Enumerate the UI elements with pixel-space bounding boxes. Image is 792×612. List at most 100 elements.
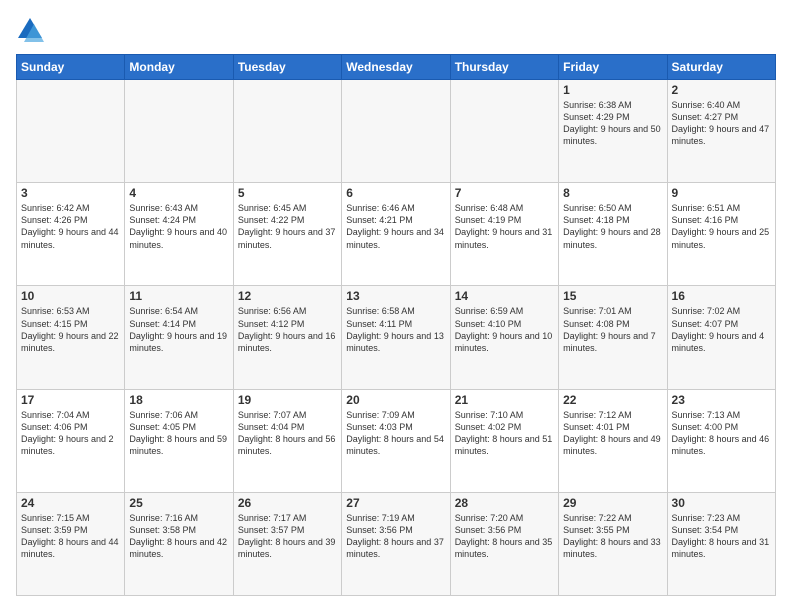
day-number: 8 bbox=[563, 186, 662, 200]
day-number: 20 bbox=[346, 393, 445, 407]
day-number: 10 bbox=[21, 289, 120, 303]
day-info: Sunrise: 7:19 AM Sunset: 3:56 PM Dayligh… bbox=[346, 512, 445, 561]
day-info: Sunrise: 6:50 AM Sunset: 4:18 PM Dayligh… bbox=[563, 202, 662, 251]
day-cell: 16 Sunrise: 7:02 AM Sunset: 4:07 PM Dayli… bbox=[667, 286, 775, 389]
day-number: 2 bbox=[672, 83, 771, 97]
day-number: 26 bbox=[238, 496, 337, 510]
day-number: 9 bbox=[672, 186, 771, 200]
day-cell: 11 Sunrise: 6:54 AM Sunset: 4:14 PM Dayli… bbox=[125, 286, 233, 389]
day-cell: 5Sunrise: 6:45 AM Sunset: 4:22 PM Daylig… bbox=[233, 183, 341, 286]
day-info: Sunrise: 7:09 AM Sunset: 4:03 PM Dayligh… bbox=[346, 409, 445, 458]
day-number: 23 bbox=[672, 393, 771, 407]
day-info: Sunrise: 6:46 AM Sunset: 4:21 PM Dayligh… bbox=[346, 202, 445, 251]
day-info: Sunrise: 6:53 AM Sunset: 4:15 PM Dayligh… bbox=[21, 305, 120, 354]
day-number: 30 bbox=[672, 496, 771, 510]
day-info: Sunrise: 7:17 AM Sunset: 3:57 PM Dayligh… bbox=[238, 512, 337, 561]
calendar-table: SundayMondayTuesdayWednesdayThursdayFrid… bbox=[16, 54, 776, 596]
day-cell: 8 Sunrise: 6:50 AM Sunset: 4:18 PM Daylig… bbox=[559, 183, 667, 286]
week-row-2: 3 Sunrise: 6:42 AM Sunset: 4:26 PM Daylig… bbox=[17, 183, 776, 286]
day-number: 11 bbox=[129, 289, 228, 303]
day-cell: 19Sunrise: 7:07 AM Sunset: 4:04 PM Dayli… bbox=[233, 389, 341, 492]
day-number: 28 bbox=[455, 496, 554, 510]
day-number: 17 bbox=[21, 393, 120, 407]
day-cell: 9 Sunrise: 6:51 AM Sunset: 4:16 PM Daylig… bbox=[667, 183, 775, 286]
day-cell: 27 Sunrise: 7:19 AM Sunset: 3:56 PM Dayli… bbox=[342, 492, 450, 595]
day-info: Sunrise: 6:51 AM Sunset: 4:16 PM Dayligh… bbox=[672, 202, 771, 251]
weekday-header-saturday: Saturday bbox=[667, 55, 775, 80]
day-info: Sunrise: 7:06 AM Sunset: 4:05 PM Dayligh… bbox=[129, 409, 228, 458]
day-number: 4 bbox=[129, 186, 228, 200]
day-number: 24 bbox=[21, 496, 120, 510]
day-info: Sunrise: 6:38 AM Sunset: 4:29 PM Dayligh… bbox=[563, 99, 662, 148]
day-cell: 26 Sunrise: 7:17 AM Sunset: 3:57 PM Dayli… bbox=[233, 492, 341, 595]
day-info: Sunrise: 6:54 AM Sunset: 4:14 PM Dayligh… bbox=[129, 305, 228, 354]
day-info: Sunrise: 6:48 AM Sunset: 4:19 PM Dayligh… bbox=[455, 202, 554, 251]
day-number: 29 bbox=[563, 496, 662, 510]
day-number: 13 bbox=[346, 289, 445, 303]
day-cell: 28 Sunrise: 7:20 AM Sunset: 3:56 PM Dayli… bbox=[450, 492, 558, 595]
day-cell: 10 Sunrise: 6:53 AM Sunset: 4:15 PM Dayli… bbox=[17, 286, 125, 389]
logo-icon bbox=[16, 16, 44, 44]
day-cell: 25Sunrise: 7:16 AM Sunset: 3:58 PM Dayli… bbox=[125, 492, 233, 595]
day-cell: 18 Sunrise: 7:06 AM Sunset: 4:05 PM Dayli… bbox=[125, 389, 233, 492]
day-cell: 3 Sunrise: 6:42 AM Sunset: 4:26 PM Daylig… bbox=[17, 183, 125, 286]
week-row-3: 10 Sunrise: 6:53 AM Sunset: 4:15 PM Dayli… bbox=[17, 286, 776, 389]
day-cell: 15 Sunrise: 7:01 AM Sunset: 4:08 PM Dayli… bbox=[559, 286, 667, 389]
day-cell: 14Sunrise: 6:59 AM Sunset: 4:10 PM Dayli… bbox=[450, 286, 558, 389]
weekday-header-wednesday: Wednesday bbox=[342, 55, 450, 80]
day-number: 25 bbox=[129, 496, 228, 510]
day-cell: 13 Sunrise: 6:58 AM Sunset: 4:11 PM Dayli… bbox=[342, 286, 450, 389]
day-info: Sunrise: 6:58 AM Sunset: 4:11 PM Dayligh… bbox=[346, 305, 445, 354]
weekday-header-row: SundayMondayTuesdayWednesdayThursdayFrid… bbox=[17, 55, 776, 80]
day-info: Sunrise: 7:02 AM Sunset: 4:07 PM Dayligh… bbox=[672, 305, 771, 354]
day-number: 1 bbox=[563, 83, 662, 97]
day-cell: 30 Sunrise: 7:23 AM Sunset: 3:54 PM Dayli… bbox=[667, 492, 775, 595]
day-number: 15 bbox=[563, 289, 662, 303]
day-info: Sunrise: 7:15 AM Sunset: 3:59 PM Dayligh… bbox=[21, 512, 120, 561]
day-info: Sunrise: 7:01 AM Sunset: 4:08 PM Dayligh… bbox=[563, 305, 662, 354]
day-number: 6 bbox=[346, 186, 445, 200]
day-cell: 29 Sunrise: 7:22 AM Sunset: 3:55 PM Dayli… bbox=[559, 492, 667, 595]
day-number: 22 bbox=[563, 393, 662, 407]
weekday-header-sunday: Sunday bbox=[17, 55, 125, 80]
day-number: 19 bbox=[238, 393, 337, 407]
weekday-header-tuesday: Tuesday bbox=[233, 55, 341, 80]
day-cell: 23Sunrise: 7:13 AM Sunset: 4:00 PM Dayli… bbox=[667, 389, 775, 492]
day-info: Sunrise: 7:20 AM Sunset: 3:56 PM Dayligh… bbox=[455, 512, 554, 561]
weekday-header-thursday: Thursday bbox=[450, 55, 558, 80]
day-info: Sunrise: 7:23 AM Sunset: 3:54 PM Dayligh… bbox=[672, 512, 771, 561]
day-number: 18 bbox=[129, 393, 228, 407]
day-number: 27 bbox=[346, 496, 445, 510]
day-number: 7 bbox=[455, 186, 554, 200]
day-cell: 24 Sunrise: 7:15 AM Sunset: 3:59 PM Dayli… bbox=[17, 492, 125, 595]
day-cell: 22 Sunrise: 7:12 AM Sunset: 4:01 PM Dayli… bbox=[559, 389, 667, 492]
day-cell: 2 Sunrise: 6:40 AM Sunset: 4:27 PM Daylig… bbox=[667, 80, 775, 183]
day-cell: 17 Sunrise: 7:04 AM Sunset: 4:06 PM Dayli… bbox=[17, 389, 125, 492]
day-cell bbox=[125, 80, 233, 183]
day-cell: 12 Sunrise: 6:56 AM Sunset: 4:12 PM Dayli… bbox=[233, 286, 341, 389]
day-cell: 6 Sunrise: 6:46 AM Sunset: 4:21 PM Daylig… bbox=[342, 183, 450, 286]
day-info: Sunrise: 6:56 AM Sunset: 4:12 PM Dayligh… bbox=[238, 305, 337, 354]
day-number: 5 bbox=[238, 186, 337, 200]
day-cell bbox=[342, 80, 450, 183]
day-number: 3 bbox=[21, 186, 120, 200]
day-info: Sunrise: 7:10 AM Sunset: 4:02 PM Dayligh… bbox=[455, 409, 554, 458]
weekday-header-monday: Monday bbox=[125, 55, 233, 80]
day-info: Sunrise: 6:40 AM Sunset: 4:27 PM Dayligh… bbox=[672, 99, 771, 148]
day-cell bbox=[17, 80, 125, 183]
day-cell: 21Sunrise: 7:10 AM Sunset: 4:02 PM Dayli… bbox=[450, 389, 558, 492]
weekday-header-friday: Friday bbox=[559, 55, 667, 80]
week-row-1: 1 Sunrise: 6:38 AM Sunset: 4:29 PM Daylig… bbox=[17, 80, 776, 183]
day-number: 12 bbox=[238, 289, 337, 303]
day-info: Sunrise: 7:22 AM Sunset: 3:55 PM Dayligh… bbox=[563, 512, 662, 561]
day-cell bbox=[233, 80, 341, 183]
day-number: 16 bbox=[672, 289, 771, 303]
day-info: Sunrise: 7:04 AM Sunset: 4:06 PM Dayligh… bbox=[21, 409, 120, 458]
day-number: 14 bbox=[455, 289, 554, 303]
day-info: Sunrise: 7:12 AM Sunset: 4:01 PM Dayligh… bbox=[563, 409, 662, 458]
day-info: Sunrise: 6:42 AM Sunset: 4:26 PM Dayligh… bbox=[21, 202, 120, 251]
day-cell: 20 Sunrise: 7:09 AM Sunset: 4:03 PM Dayli… bbox=[342, 389, 450, 492]
day-cell: 1 Sunrise: 6:38 AM Sunset: 4:29 PM Daylig… bbox=[559, 80, 667, 183]
header bbox=[16, 16, 776, 44]
day-cell bbox=[450, 80, 558, 183]
